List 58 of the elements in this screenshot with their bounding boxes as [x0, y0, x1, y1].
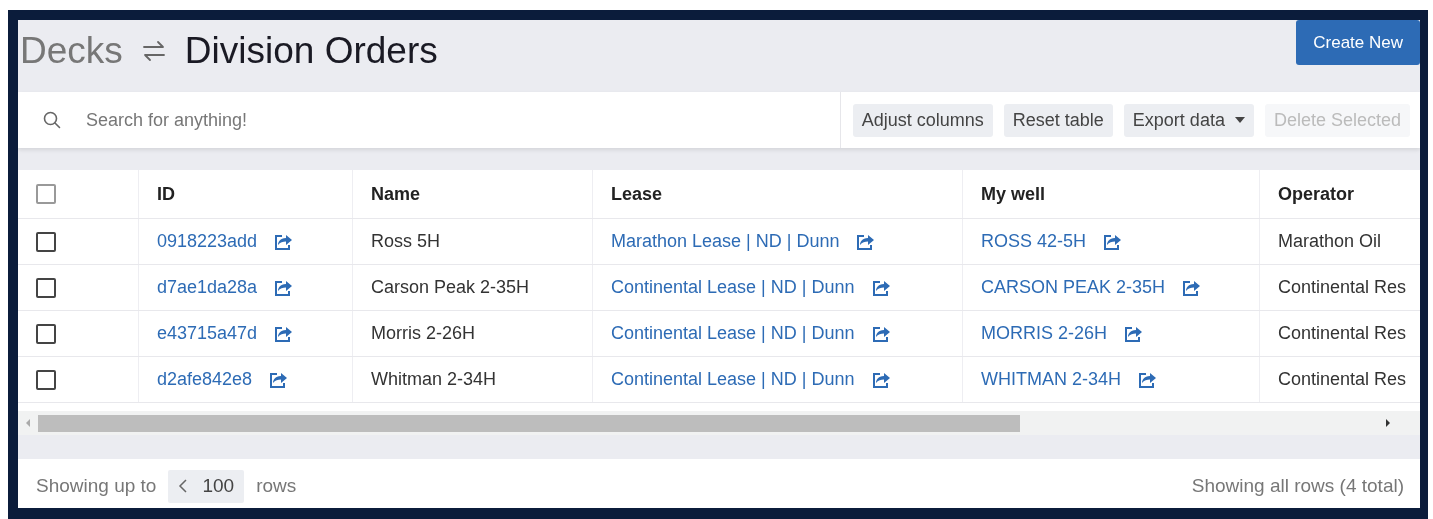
footer-label: rows [256, 475, 297, 497]
lease-link[interactable]: Continental Lease | ND | Dunn [611, 323, 855, 344]
share-icon[interactable] [1123, 324, 1144, 343]
select-all-checkbox[interactable] [36, 184, 56, 204]
well-link[interactable]: MORRIS 2-26H [981, 323, 1108, 344]
share-icon[interactable] [273, 324, 294, 343]
table-cell: Carson Peak 2-35H [371, 277, 530, 298]
share-icon[interactable] [870, 324, 891, 343]
table-cell: Ross 5H [371, 231, 441, 252]
row-checkbox[interactable] [36, 369, 56, 390]
share-icon[interactable] [273, 278, 294, 297]
chevron-left-icon [178, 479, 189, 493]
share-icon[interactable] [870, 278, 891, 297]
share-icon[interactable] [268, 370, 289, 389]
horizontal-scrollbar[interactable] [18, 411, 1420, 435]
well-link[interactable]: WHITMAN 2-34H [981, 369, 1121, 390]
toolbar-button[interactable]: Adjust columns [852, 103, 993, 137]
toolbar-button[interactable]: Export data [1123, 103, 1254, 137]
share-icon[interactable] [273, 232, 294, 251]
breadcrumb-link[interactable]: Decks [20, 30, 123, 72]
table-cell: Continental Res [1278, 277, 1407, 298]
lease-link[interactable]: Continental Lease | ND | Dunn [611, 369, 855, 390]
row-checkbox[interactable] [36, 277, 56, 298]
table-cell: Whitman 2-34H [371, 369, 497, 390]
well-link[interactable]: CARSON PEAK 2-35H [981, 277, 1166, 298]
page-title: Division Orders [184, 30, 438, 72]
table-cell: Continental Res [1278, 369, 1407, 390]
row-checkbox[interactable] [36, 323, 56, 344]
column-header[interactable]: ID [157, 183, 175, 205]
row-count-summary: Showing all rows (4 total) [1191, 475, 1404, 497]
share-icon[interactable] [1137, 370, 1157, 389]
id-link[interactable]: e43715a47d [157, 323, 258, 344]
share-icon[interactable] [855, 232, 876, 251]
column-header[interactable]: Lease [611, 183, 663, 205]
caret-icon [1234, 117, 1245, 123]
create-new-button[interactable]: Create New [1296, 20, 1420, 65]
share-icon[interactable] [1102, 232, 1123, 251]
column-header[interactable]: Operator [1278, 183, 1355, 205]
column-header[interactable]: My well [981, 183, 1046, 205]
row-checkbox[interactable] [36, 231, 56, 252]
share-icon[interactable] [870, 370, 891, 389]
lease-link[interactable]: Continental Lease | ND | Dunn [611, 277, 855, 298]
id-link[interactable]: d2afe842e8 [157, 369, 253, 390]
page-size-selector[interactable]: 100 [168, 469, 245, 503]
toolbar-button[interactable]: Reset table [1003, 103, 1113, 137]
footer-label: Showing up to [36, 475, 157, 497]
swap-arrows-icon [140, 40, 167, 62]
id-link[interactable]: 0918223add [157, 231, 258, 252]
table-cell: Continental Res [1278, 323, 1407, 344]
search-icon [42, 110, 62, 130]
table-cell: Marathon Oil [1278, 231, 1382, 252]
id-link[interactable]: d7ae1da28a [157, 277, 258, 298]
well-link[interactable]: ROSS 42-5H [981, 231, 1087, 252]
column-header[interactable]: Name [371, 183, 421, 205]
share-icon[interactable] [1181, 278, 1202, 297]
table-cell: Morris 2-26H [371, 323, 476, 344]
lease-link[interactable]: Marathon Lease | ND | Dunn [611, 231, 840, 252]
scroll-right-icon[interactable] [1384, 418, 1392, 428]
